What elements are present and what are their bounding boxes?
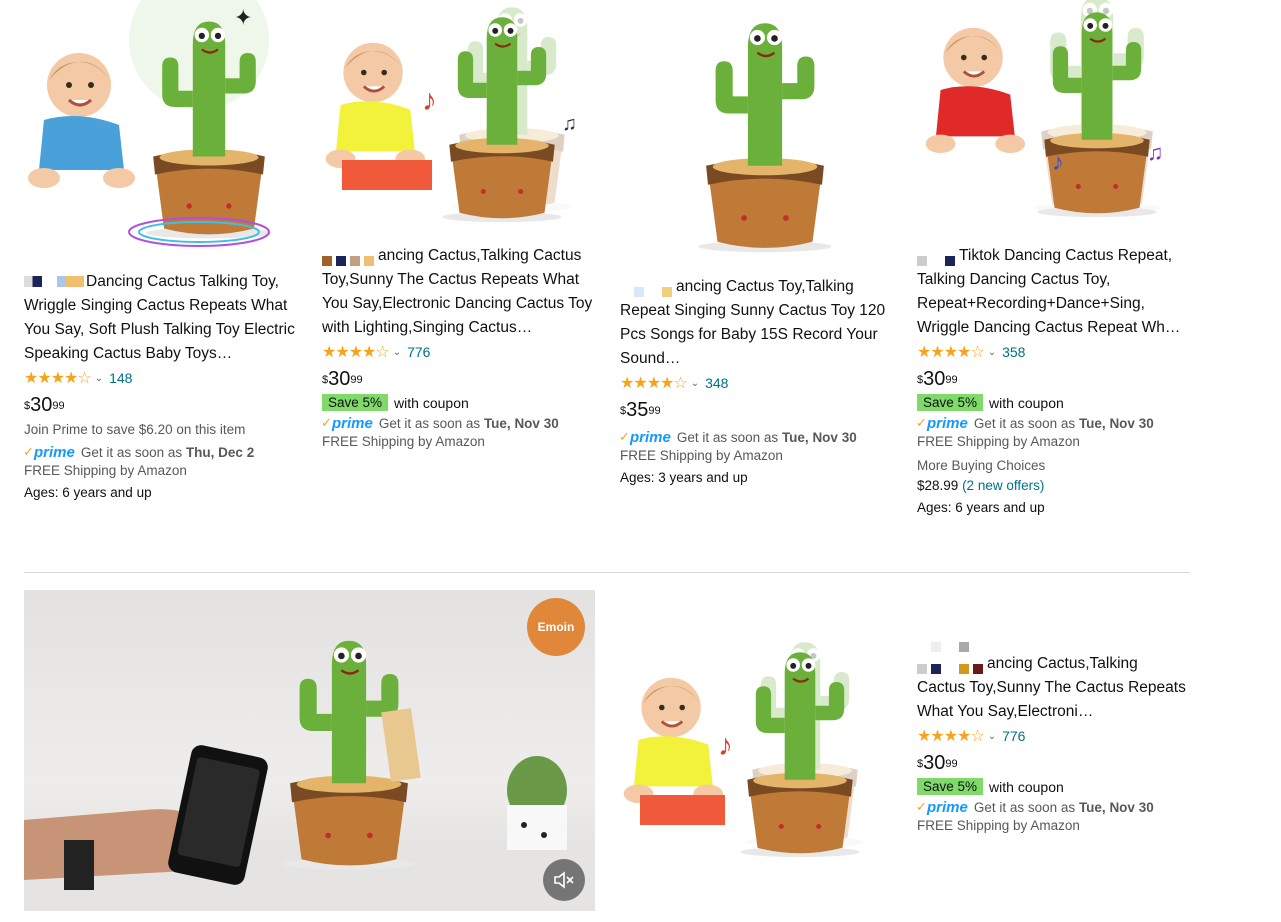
- shipping-info: FREE Shipping by Amazon: [917, 434, 1080, 449]
- chevron-down-icon: ⌄: [987, 730, 997, 742]
- rating-count[interactable]: 148: [109, 370, 132, 386]
- price[interactable]: $3099: [917, 752, 1189, 774]
- divider: [24, 572, 1190, 573]
- prime-logo-icon: prime: [916, 799, 968, 816]
- prime-logo-icon: prime: [619, 429, 671, 446]
- rating[interactable]: ★★★★☆ ⌄ 348: [620, 373, 892, 393]
- rating[interactable]: ★★★★☆ ⌄ 148: [24, 368, 296, 388]
- product-image-3[interactable]: [620, 0, 892, 270]
- save-badge[interactable]: Save 5%: [917, 778, 984, 795]
- delivery-info: prime Get it as soon as Tue, Nov 30: [916, 415, 1189, 432]
- delivery-info: prime Get it as soon as Thu, Dec 2: [23, 444, 296, 461]
- product-image-2[interactable]: ♪ ♫: [322, 0, 594, 240]
- price[interactable]: $3599: [620, 399, 892, 421]
- new-offers-link[interactable]: (2 new offers): [962, 478, 1044, 493]
- rating[interactable]: ★★★★☆ ⌄ 358: [917, 342, 1189, 362]
- rating[interactable]: ★★★★☆ ⌄ 776: [322, 342, 594, 362]
- prime-logo-icon: prime: [321, 415, 373, 432]
- cactus-toy-image: ♪ ♫: [324, 6, 577, 224]
- chevron-down-icon: ⌄: [987, 346, 997, 358]
- rating-count[interactable]: 348: [705, 375, 728, 391]
- star-rating-icon: ★★★★☆: [917, 344, 985, 361]
- video-ad[interactable]: Emoin: [24, 590, 595, 911]
- color-swatches: [322, 250, 378, 266]
- product-card-5: ancing Cactus,Talking Cactus Toy,Sunny T…: [916, 636, 1189, 836]
- product-image-5[interactable]: ♪: [620, 630, 892, 875]
- star-rating-icon: ★★★★☆: [917, 728, 985, 745]
- save-badge[interactable]: Save 5%: [917, 394, 984, 411]
- cactus-toy-image: ♪ ♫: [924, 0, 1164, 219]
- product-card-1: Dancing Cactus Talking Toy, Wriggle Sing…: [23, 270, 296, 505]
- product-image-4[interactable]: ♪ ♫: [917, 0, 1189, 240]
- brand-logo: [24, 276, 84, 288]
- age-info: Ages: 3 years and up: [620, 470, 748, 485]
- svg-text:♪: ♪: [718, 729, 733, 762]
- product-title[interactable]: ancing Cactus,Talking Cactus Toy,Sunny T…: [322, 244, 594, 340]
- mute-icon: [554, 871, 574, 889]
- product-title[interactable]: ancing Cactus Toy,Talking Repeat Singing…: [620, 275, 892, 371]
- age-info: Ages: 6 years and up: [917, 500, 1045, 515]
- product-card-2: ancing Cactus,Talking Cactus Toy,Sunny T…: [321, 244, 594, 452]
- product-card-3: ancing Cactus Toy,Talking Repeat Singing…: [619, 275, 892, 490]
- more-offers: $28.99 (2 new offers): [917, 478, 1045, 493]
- svg-text:♫: ♫: [1147, 140, 1164, 165]
- rating-count[interactable]: 776: [1002, 728, 1025, 744]
- cactus-toy-image: ♪: [622, 641, 866, 859]
- more-buying-choices: More Buying Choices: [917, 458, 1046, 473]
- shipping-info: FREE Shipping by Amazon: [322, 434, 485, 449]
- age-info: Ages: 6 years and up: [24, 485, 152, 500]
- chevron-down-icon: ⌄: [392, 346, 402, 358]
- svg-text:♫: ♫: [562, 113, 577, 135]
- color-swatches: [620, 281, 676, 297]
- coupon[interactable]: Save 5% with coupon: [917, 778, 1189, 795]
- rating-count[interactable]: 358: [1002, 344, 1025, 360]
- chevron-down-icon: ⌄: [94, 372, 104, 384]
- price[interactable]: $3099: [24, 394, 296, 416]
- shipping-info: FREE Shipping by Amazon: [620, 448, 783, 463]
- mute-button[interactable]: [543, 859, 585, 901]
- product-title[interactable]: Tiktok Dancing Cactus Repeat, Talking Da…: [917, 244, 1189, 340]
- star-rating-icon: ★★★★☆: [322, 344, 390, 361]
- prime-logo-icon: prime: [916, 415, 968, 432]
- svg-text:♪: ♪: [1052, 149, 1064, 176]
- rating-count[interactable]: 776: [407, 344, 430, 360]
- product-card-4: Tiktok Dancing Cactus Repeat, Talking Da…: [916, 244, 1189, 520]
- brand-logo: [917, 636, 1189, 652]
- price[interactable]: $3099: [322, 368, 594, 390]
- shipping-info: FREE Shipping by Amazon: [24, 463, 187, 478]
- star-rating-icon: ★★★★☆: [24, 370, 92, 387]
- color-swatches: [917, 250, 959, 266]
- star-rating-icon: ★★★★☆: [620, 375, 688, 392]
- coupon[interactable]: Save 5% with coupon: [917, 394, 1189, 411]
- chevron-down-icon: ⌄: [690, 377, 700, 389]
- product-title[interactable]: Dancing Cactus Talking Toy, Wriggle Sing…: [24, 270, 296, 366]
- delivery-info: prime Get it as soon as Tue, Nov 30: [619, 429, 892, 446]
- brand-badge[interactable]: Emoin: [527, 598, 585, 656]
- delivery-info: prime Get it as soon as Tue, Nov 30: [916, 799, 1189, 816]
- prime-savings: Join Prime to save $6.20 on this item: [24, 422, 246, 437]
- svg-text:✦: ✦: [234, 5, 252, 30]
- video-frame: [24, 639, 595, 911]
- cactus-toy-image: [697, 21, 833, 254]
- prime-logo-icon: prime: [23, 444, 75, 461]
- shipping-info: FREE Shipping by Amazon: [917, 818, 1080, 833]
- rating[interactable]: ★★★★☆ ⌄ 776: [917, 726, 1189, 746]
- coupon[interactable]: Save 5% with coupon: [322, 394, 594, 411]
- save-badge[interactable]: Save 5%: [322, 394, 389, 411]
- svg-text:♪: ♪: [422, 84, 437, 117]
- delivery-info: prime Get it as soon as Tue, Nov 30: [321, 415, 594, 432]
- cactus-toy-image: ✦: [26, 0, 274, 247]
- product-title[interactable]: ancing Cactus,Talking Cactus Toy,Sunny T…: [917, 652, 1189, 724]
- price[interactable]: $3099: [917, 368, 1189, 390]
- product-image-1[interactable]: ✦: [24, 0, 296, 262]
- color-swatches: [917, 658, 987, 674]
